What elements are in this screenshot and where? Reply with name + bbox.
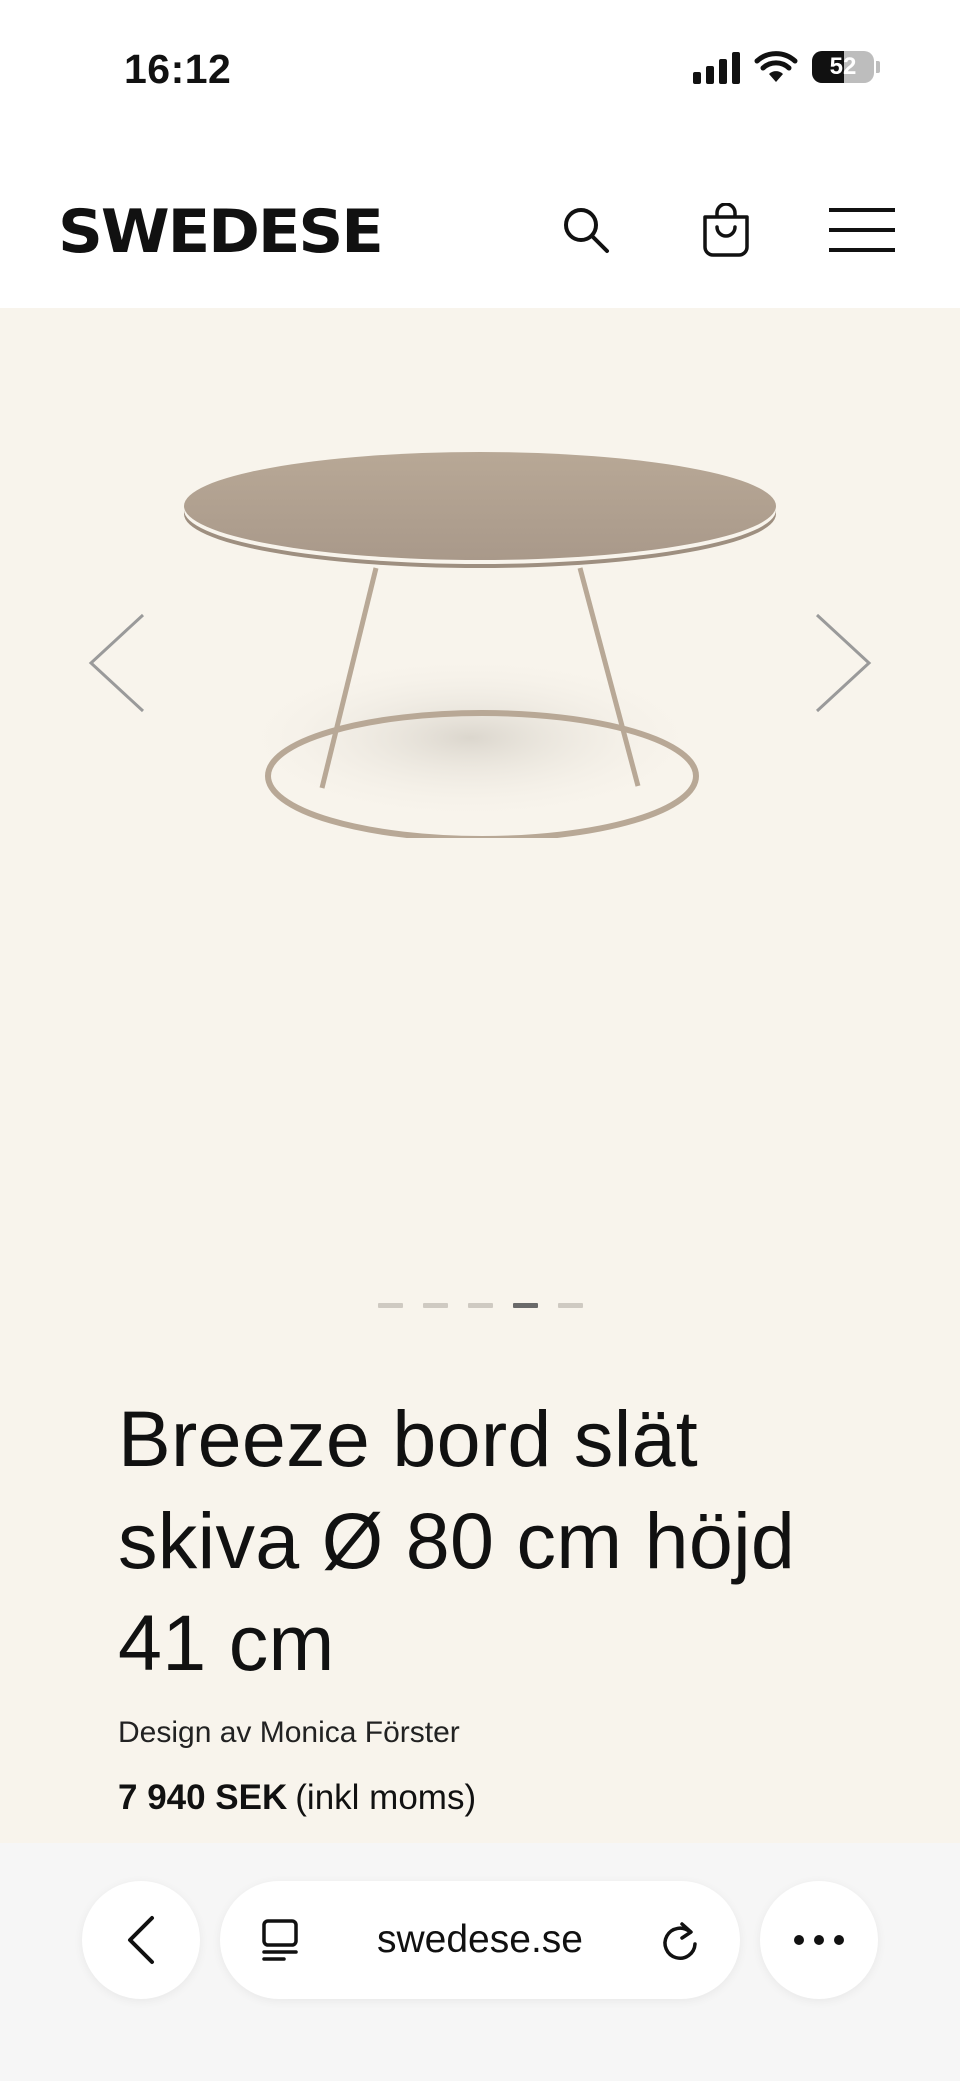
battery-level: 52: [829, 53, 857, 80]
url-text[interactable]: swedese.se: [377, 1918, 583, 1962]
status-time: 16:12: [124, 46, 232, 92]
cart-button[interactable]: [696, 200, 756, 260]
reload-icon[interactable]: [660, 1918, 700, 1962]
price-row: 7 940 SEK (inkl moms): [118, 1778, 476, 1818]
chevron-right-icon: [815, 613, 872, 713]
product-gallery: Breeze bord slät skiva Ø 80 cm höjd 41 c…: [0, 308, 960, 1843]
search-icon: [564, 208, 609, 253]
status-icons: 52: [693, 50, 880, 84]
gallery-dot[interactable]: [377, 1303, 403, 1308]
menu-button[interactable]: [826, 200, 898, 260]
battery-tip: [876, 61, 880, 73]
tabs-icon[interactable]: [260, 1918, 300, 1962]
back-icon: [128, 1916, 154, 1964]
product-image[interactable]: [170, 418, 790, 838]
gallery-prev-button[interactable]: [82, 608, 152, 718]
swedese-logo[interactable]: SWEDESE: [58, 202, 384, 262]
wifi-icon: [754, 51, 798, 82]
gallery-dot[interactable]: [557, 1303, 583, 1308]
product-designer: Design av Monica Förster: [118, 1716, 460, 1749]
browser-back-button[interactable]: [82, 1881, 200, 1999]
product-price: 7 940 SEK: [118, 1778, 288, 1817]
gallery-dot-active[interactable]: [512, 1303, 538, 1308]
shopping-bag-icon: [703, 203, 749, 257]
gallery-dot[interactable]: [422, 1303, 448, 1308]
product-title: Breeze bord slät skiva Ø 80 cm höjd 41 c…: [118, 1394, 796, 1687]
hamburger-menu-icon: [829, 208, 895, 252]
chevron-left-icon: [88, 613, 145, 713]
site-header: SWEDESE: [0, 140, 960, 308]
browser-toolbar: swedese.se: [0, 1843, 960, 2081]
more-icon: [794, 1935, 844, 1945]
price-note: (inkl moms): [295, 1778, 477, 1817]
battery-icon: 52: [812, 51, 874, 83]
signal-icon: [693, 50, 740, 84]
address-bar[interactable]: swedese.se: [220, 1881, 740, 1999]
status-bar: 16:12 52: [0, 0, 960, 140]
gallery-dot[interactable]: [467, 1303, 493, 1308]
gallery-pagination: [0, 1303, 960, 1308]
more-button[interactable]: [760, 1881, 878, 1999]
search-button[interactable]: [556, 200, 616, 260]
gallery-next-button[interactable]: [808, 608, 878, 718]
